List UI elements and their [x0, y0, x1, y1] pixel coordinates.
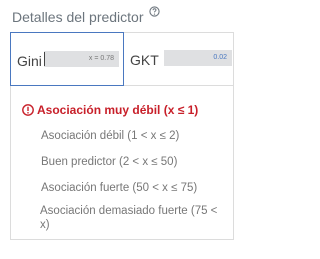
level-weak: Asociación débil (1 < x ≤ 2)	[41, 129, 179, 143]
gini-value-bar: x = 0.78	[44, 51, 119, 67]
panel-title: Detalles del predictor	[12, 6, 161, 25]
question-circle-icon[interactable]	[149, 6, 161, 17]
level-very-weak: Asociación muy débil (x ≤ 1)	[22, 103, 198, 117]
level-too-strong: Asociación demasiado fuerte (75 < x)	[40, 204, 217, 232]
level-very-weak-label: Asociación muy débil (x ≤ 1)	[37, 103, 199, 117]
level-strong-label: Asociación fuerte (50 < x ≤ 75)	[41, 182, 198, 194]
metric-tabs: Gini x = 0.78 GKT 0.02	[10, 32, 234, 86]
level-good-predictor-label: Buen predictor (2 < x ≤ 50)	[41, 156, 178, 168]
level-weak-label: Asociación débil (1 < x ≤ 2)	[41, 130, 180, 142]
tab-gkt-label: GKT	[130, 52, 159, 68]
level-too-strong-label-line2: x)	[40, 219, 50, 231]
gini-value-text: x = 0.78	[88, 55, 114, 62]
tab-gini[interactable]: Gini x = 0.78	[10, 32, 124, 86]
predictor-card: Gini x = 0.78 GKT 0.02 Asociación muy dé…	[10, 32, 234, 240]
gkt-value-text: 0.02	[213, 54, 227, 61]
predictor-details-panel: Detalles del predictor Gini x = 0.78 GKT…	[0, 0, 246, 259]
gini-value-marker	[44, 52, 45, 66]
exclamation-circle-icon	[22, 104, 34, 116]
level-good-predictor: Buen predictor (2 < x ≤ 50)	[41, 155, 177, 169]
level-strong: Asociación fuerte (50 < x ≤ 75)	[41, 181, 197, 195]
tab-gkt[interactable]: GKT 0.02	[124, 32, 234, 86]
gkt-value-bar: 0.02	[164, 50, 232, 66]
level-too-strong-label-line1: Asociación demasiado fuerte (75 <	[40, 205, 218, 217]
tab-gini-label: Gini	[17, 53, 42, 69]
panel-title-text: Detalles del predictor	[12, 9, 144, 25]
